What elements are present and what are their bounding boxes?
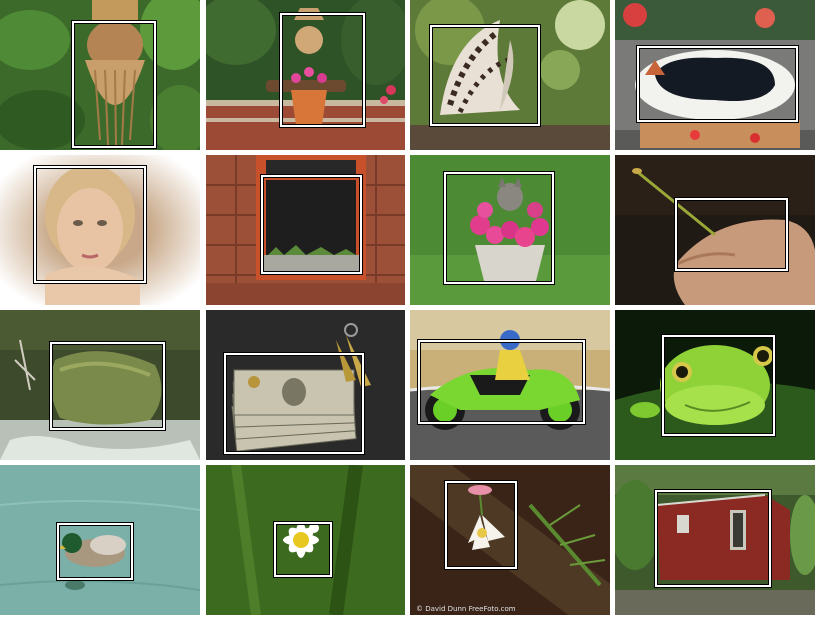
detection-box [655, 490, 771, 587]
tile-motorcycle [410, 310, 610, 460]
detection-box [57, 523, 133, 580]
detection-box [34, 166, 146, 283]
detection-box [637, 46, 798, 122]
detection-box [72, 21, 156, 148]
detection-box [50, 342, 165, 430]
tile-money [206, 310, 405, 460]
tile-daisy [206, 465, 405, 615]
tile-pond [615, 0, 815, 150]
tile-shed [615, 465, 815, 615]
tile-butterfly [410, 0, 610, 150]
tile-scarecrow [206, 0, 405, 150]
tile-rock [0, 310, 200, 460]
tile-hand [615, 155, 815, 305]
detection-box [445, 481, 517, 569]
detection-box [224, 353, 364, 454]
tile-lily: © David Dunn FreeFoto.com [410, 465, 610, 615]
tile-window [206, 155, 405, 305]
detection-box [280, 13, 365, 127]
tile-cat-pot [410, 155, 610, 305]
tile-frog [615, 310, 815, 460]
photo-credit: © David Dunn FreeFoto.com [416, 605, 516, 613]
detection-box [261, 175, 362, 274]
detection-box [662, 335, 775, 436]
detection-box [430, 25, 540, 126]
detection-box [274, 522, 332, 577]
tile-duck [0, 465, 200, 615]
image-grid: © David Dunn FreeFoto.com [0, 0, 820, 620]
tile-girl [0, 155, 200, 305]
detection-box [418, 340, 585, 424]
tile-carved-face [0, 0, 200, 150]
detection-box [675, 198, 788, 271]
detection-box [444, 172, 554, 284]
